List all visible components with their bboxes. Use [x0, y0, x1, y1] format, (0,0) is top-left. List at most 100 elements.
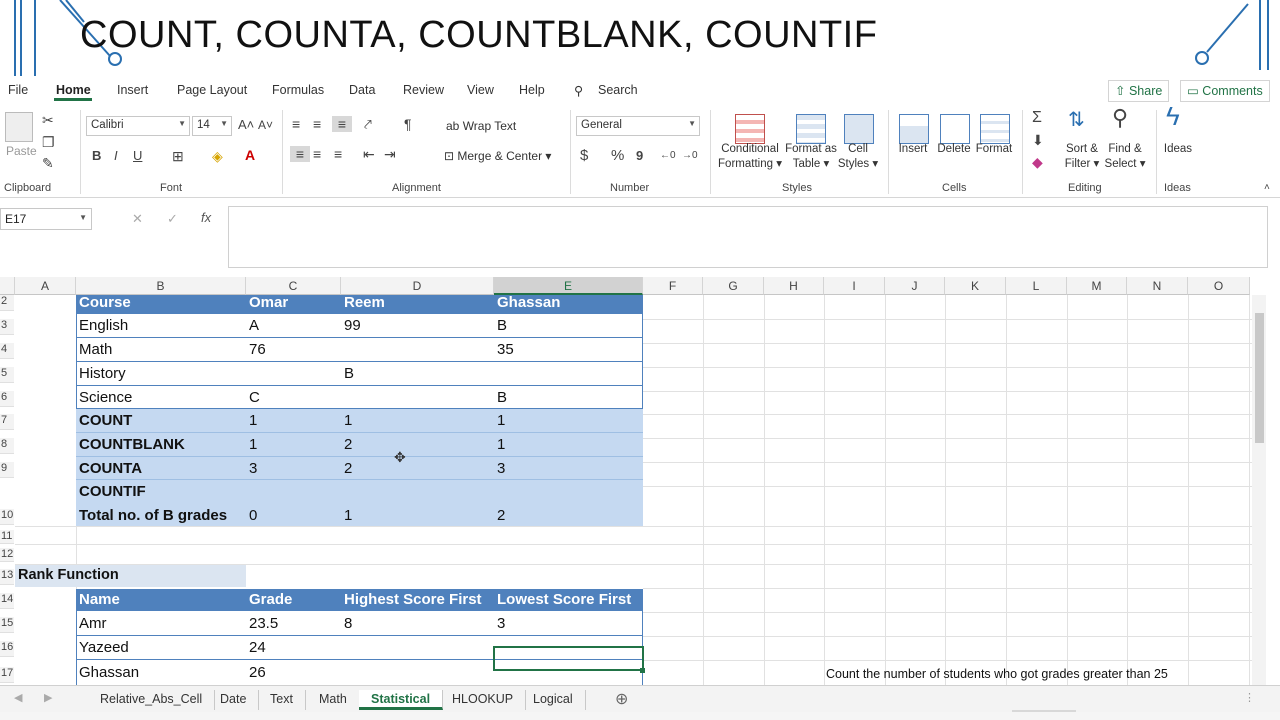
table-cell[interactable]: 99 [341, 317, 361, 334]
table-cell[interactable]: 3 [494, 460, 505, 477]
row-header-10[interactable]: 10 [0, 509, 14, 525]
name-box[interactable]: E17 ▼ [0, 208, 92, 230]
number-format-select[interactable]: General ▼ [576, 116, 700, 136]
column-header-d[interactable]: D [341, 277, 494, 295]
copy-icon[interactable]: ❐ [42, 134, 55, 150]
table1-header-ghassan[interactable]: Ghassan [494, 294, 560, 311]
active-cell-e17[interactable] [493, 646, 644, 671]
table-cell[interactable]: Ghassan [76, 664, 139, 681]
column-header-j[interactable]: J [885, 277, 945, 295]
align-center-icon[interactable]: ≡ [313, 146, 321, 162]
insert-function-icon[interactable]: fx [201, 210, 211, 225]
table2-header-name[interactable]: Name [76, 591, 120, 608]
row-header-11[interactable]: 11 [0, 530, 14, 544]
table-cell[interactable]: 1 [341, 412, 352, 429]
italic-button[interactable]: I [114, 148, 118, 164]
table-cell[interactable]: 1 [341, 507, 352, 524]
conditional-formatting-icon[interactable] [735, 114, 765, 144]
row-header-9[interactable]: 9 [0, 462, 14, 478]
row-header-3[interactable]: 3 [0, 319, 14, 335]
table2-header-lowest[interactable]: Lowest Score First [494, 591, 631, 608]
align-top-icon[interactable]: ≡ [292, 116, 300, 132]
table2-header-highest[interactable]: Highest Score First [341, 591, 482, 608]
vertical-scroll-thumb[interactable] [1255, 313, 1264, 443]
table-cell[interactable]: 3 [246, 460, 257, 477]
ideas-button[interactable]: Ideas [1162, 142, 1194, 157]
fill-icon[interactable]: ⬇ [1032, 132, 1044, 148]
cut-icon[interactable]: ✂ [42, 112, 54, 128]
align-right-icon[interactable]: ≡ [334, 146, 342, 162]
format-as-table-button[interactable]: Format as Table ▾ [780, 142, 842, 172]
summary-label-b-grades[interactable]: Total no. of B grades [76, 507, 227, 524]
font-size-select[interactable]: 14 ▼ [192, 116, 232, 136]
tab-insert[interactable]: Insert [117, 83, 148, 97]
column-header-g[interactable]: G [703, 277, 764, 295]
table-cell[interactable]: 76 [246, 341, 266, 358]
spreadsheet-grid[interactable]: A B C D E F G H I J K L M N O 2 3 4 5 6 … [0, 277, 1268, 685]
comma-button[interactable]: 9 [636, 148, 643, 164]
table1-header-reem[interactable]: Reem [341, 294, 385, 311]
table-cell[interactable]: 24 [246, 639, 266, 656]
table-cell[interactable]: 26 [246, 664, 266, 681]
column-header-c[interactable]: C [246, 277, 341, 295]
cancel-icon[interactable]: ✕ [132, 211, 143, 227]
cell-styles-button[interactable]: Cell Styles ▾ [836, 142, 880, 172]
row-header-4[interactable]: 4 [0, 343, 14, 359]
sort-filter-button[interactable]: Sort & Filter ▾ [1060, 142, 1104, 172]
column-header-b[interactable]: B [76, 277, 246, 295]
format-cells-icon[interactable] [980, 114, 1010, 144]
ideas-icon[interactable]: ϟ [1166, 103, 1180, 129]
table-cell[interactable]: 8 [341, 615, 352, 632]
scroll-tabs-right-icon[interactable]: ▶ [44, 691, 52, 704]
column-header-e[interactable]: E [494, 277, 643, 295]
column-header-f[interactable]: F [643, 277, 703, 295]
format-cells-button[interactable]: Format [972, 142, 1016, 157]
collapse-ribbon-icon[interactable]: ˄ [1264, 180, 1270, 196]
cell-styles-icon[interactable] [844, 114, 874, 144]
sheet-tab-logical[interactable]: Logical [521, 690, 586, 710]
comments-button[interactable]: ▭ Comments [1180, 80, 1270, 102]
currency-button[interactable]: $ [580, 148, 588, 164]
tab-formulas[interactable]: Formulas [272, 83, 324, 97]
sheet-tab-text[interactable]: Text [258, 690, 306, 710]
row-header-13[interactable]: 13 [0, 569, 14, 585]
table-cell[interactable]: History [76, 365, 126, 382]
clear-icon[interactable]: ◆ [1032, 154, 1043, 170]
font-color-icon[interactable]: A [245, 147, 255, 163]
column-header-h[interactable]: H [764, 277, 824, 295]
borders-icon[interactable]: ⊞ [172, 148, 184, 164]
table-cell[interactable]: 2 [341, 436, 352, 453]
table-cell[interactable]: 1 [246, 436, 257, 453]
underline-button[interactable]: U [133, 148, 142, 164]
summary-label-count[interactable]: COUNT [76, 412, 132, 429]
find-select-icon[interactable]: ⚲ [1112, 107, 1128, 129]
tab-file[interactable]: File [8, 83, 28, 97]
delete-cells-icon[interactable] [940, 114, 970, 144]
table-cell[interactable]: 1 [246, 412, 257, 429]
summary-label-countif[interactable]: COUNTIF [76, 483, 146, 500]
search-icon[interactable]: ⚲ [574, 83, 583, 98]
bold-button[interactable]: B [92, 148, 101, 164]
sheet-tab-math[interactable]: Math [307, 690, 360, 710]
table-cell[interactable]: 23.5 [246, 615, 278, 632]
row-header-17[interactable]: 17 [0, 667, 14, 683]
tab-view[interactable]: View [467, 83, 494, 97]
table-cell[interactable]: B [494, 389, 507, 406]
more-options-icon[interactable]: ⋮ [1244, 691, 1255, 704]
fill-handle[interactable] [640, 668, 645, 673]
row-header-2[interactable]: 2 [0, 295, 14, 311]
orientation-icon[interactable]: ⤤ [364, 116, 372, 132]
autosum-icon[interactable]: Σ [1032, 110, 1042, 126]
tab-data[interactable]: Data [349, 83, 375, 97]
row-header-5[interactable]: 5 [0, 367, 14, 383]
row-header-7[interactable]: 7 [0, 414, 14, 430]
formula-input[interactable] [228, 206, 1268, 268]
insert-cells-icon[interactable] [899, 114, 929, 144]
table-cell[interactable]: 1 [494, 412, 505, 429]
enter-icon[interactable]: ✓ [167, 211, 178, 227]
conditional-formatting-button[interactable]: Conditional Formatting ▾ [716, 142, 784, 172]
format-painter-icon[interactable]: ✎ [42, 155, 54, 171]
percent-button[interactable]: % [611, 148, 624, 164]
table-cell[interactable]: 1 [494, 436, 505, 453]
sort-filter-icon[interactable]: ⇅ [1068, 110, 1085, 130]
